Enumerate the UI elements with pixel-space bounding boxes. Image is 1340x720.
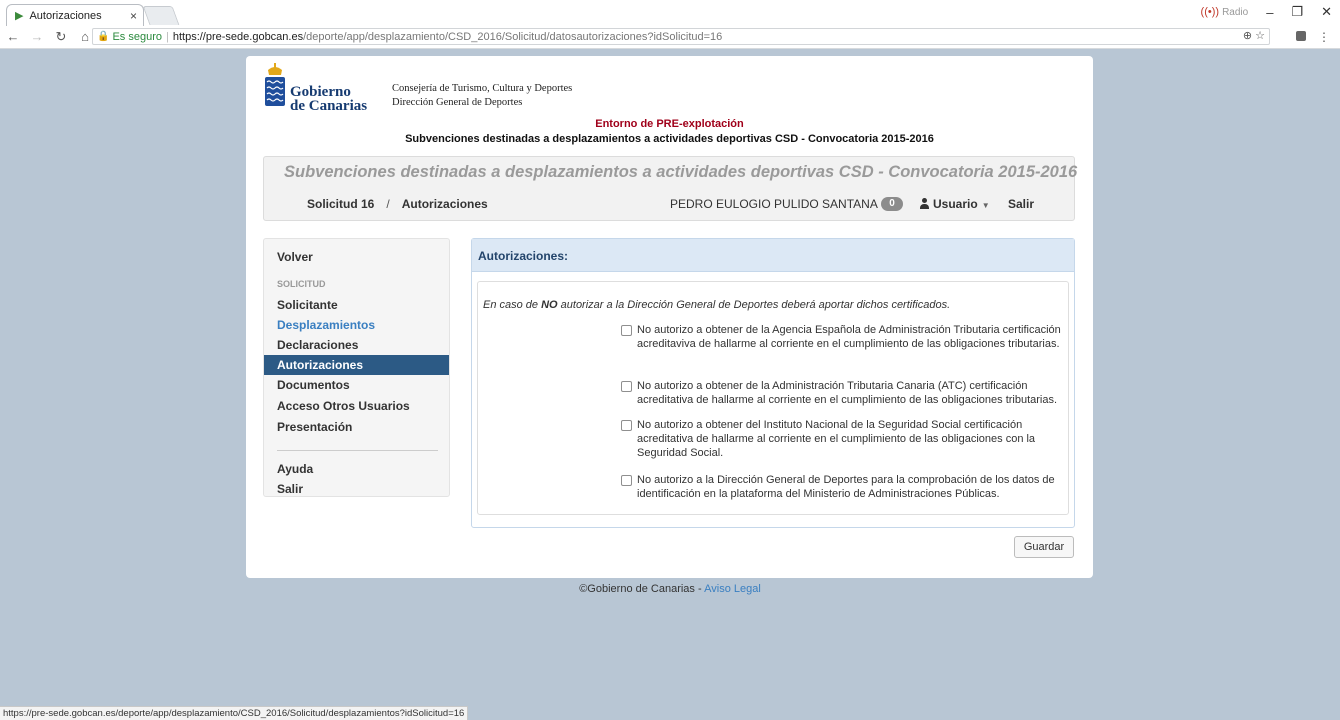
minimize-icon[interactable]: – [1266, 5, 1273, 20]
back-icon[interactable]: ← [6, 29, 20, 45]
checkbox-atc[interactable] [621, 381, 632, 392]
direccion-label: Dirección General de Deportes [392, 97, 523, 108]
toolbar-icons: ⋮ [1296, 30, 1330, 44]
checkbox-aeat[interactable] [621, 325, 632, 336]
sidebar-section-heading: SOLICITUD [277, 279, 326, 289]
sidebar-back[interactable]: Volver [264, 247, 449, 267]
footer-copyright: ©Gobierno de Canarias - [579, 583, 705, 595]
checkbox-seguridad-social[interactable] [621, 420, 632, 431]
lock-icon: 🔒 [97, 31, 110, 42]
checkbox-identificacion[interactable] [621, 475, 632, 486]
note-emphasis: NO [541, 299, 558, 311]
close-window-icon[interactable]: ✕ [1321, 4, 1332, 20]
crest-icon [265, 63, 285, 106]
app-title: Subvenciones destinadas a desplazamiento… [284, 163, 1078, 181]
option-label: No autorizo a obtener del Instituto Naci… [637, 419, 1036, 459]
status-bar-url: https://pre-sede.gobcan.es/deporte/app/d… [0, 706, 469, 720]
sidebar-item-solicitante[interactable]: Solicitante [264, 295, 449, 315]
url-path: /deporte/app/desplazamiento/CSD_2016/Sol… [303, 30, 723, 43]
home-icon[interactable]: ⌂ [78, 29, 92, 45]
address-toolbar: ← → ↻ ⌂ 🔒 Es seguro | https://pre-sede.g… [0, 26, 1340, 49]
page-subtitle: Subvenciones destinadas a desplazamiento… [405, 133, 934, 145]
breadcrumb-current: Autorizaciones [401, 197, 488, 211]
app-header: Subvenciones destinadas a desplazamiento… [263, 156, 1078, 221]
page-card: Gobierno de Canarias Consejería de Turis… [246, 56, 1093, 578]
sidebar-item-acceso-otros-usuarios[interactable]: Acceso Otros Usuarios [264, 396, 449, 416]
reload-icon[interactable]: ↻ [54, 29, 68, 45]
gobierno-logo[interactable]: Gobierno de Canarias [264, 62, 374, 114]
legal-link[interactable]: Aviso Legal [704, 583, 761, 595]
browser-tab[interactable]: ▶ Autorizaciones × [6, 4, 144, 26]
play-icon: ▶ [15, 10, 24, 22]
menu-icon[interactable]: ⋮ [1318, 30, 1330, 44]
user-menu-label: Usuario [933, 197, 978, 211]
save-button[interactable]: Guardar [1014, 536, 1074, 558]
user-name: PEDRO EULOGIO PULIDO SANTANA [670, 197, 878, 211]
new-tab-button[interactable] [142, 6, 180, 25]
panel-body: En caso de NO autorizar a la Dirección G… [477, 281, 1069, 515]
url-bar[interactable]: 🔒 Es seguro | https://pre-sede.gobcan.es… [92, 28, 1270, 45]
maximize-icon[interactable]: ❐ [1291, 4, 1303, 20]
logo-text-2: de Canarias [290, 98, 368, 114]
nav-buttons: ← → ↻ ⌂ [6, 29, 92, 45]
tab-title: Autorizaciones [29, 9, 102, 22]
sidebar-item-declaraciones[interactable]: Declaraciones [264, 335, 449, 355]
sidebar-item-presentacion[interactable]: Presentación [264, 417, 449, 437]
zoom-icon[interactable]: ⊕ ☆ [1243, 29, 1265, 42]
forward-icon[interactable]: → [30, 29, 44, 45]
window-controls: ((•)) Radio – ❐ ✕ [1201, 4, 1332, 20]
browser-tab-bar: ▶ Autorizaciones × ((•)) Radio – ❐ ✕ [0, 0, 1340, 27]
sidebar-item-salir[interactable]: Salir [264, 479, 449, 499]
breadcrumb: Solicitud 16 / Autorizaciones [307, 197, 488, 211]
consejeria-label: Consejería de Turismo, Cultura y Deporte… [392, 83, 573, 94]
user-icon [920, 198, 929, 209]
option-label: No autorizo a obtener de la Agencia Espa… [637, 324, 1061, 350]
environment-label: Entorno de PRE-explotación [595, 118, 744, 130]
extension-icon[interactable] [1296, 31, 1306, 41]
sidebar-item-documentos[interactable]: Documentos [264, 375, 449, 395]
logout-link[interactable]: Salir [1008, 197, 1034, 211]
user-menu[interactable]: Usuario ▼ [920, 197, 990, 211]
caret-down-icon: ▼ [981, 201, 990, 210]
department-info: Consejería de Turismo, Cultura y Deporte… [392, 82, 572, 110]
sidebar-divider [277, 450, 438, 451]
sidebar-item-desplazamientos[interactable]: Desplazamientos [264, 315, 449, 335]
sidebar: Volver SOLICITUD Solicitante Desplazamie… [263, 238, 450, 497]
url-host: https://pre-sede.gobcan.es [172, 30, 304, 43]
authorization-note: En caso de NO autorizar a la Dirección G… [483, 299, 951, 311]
breadcrumb-separator: / [386, 197, 390, 211]
url-separator: | [165, 30, 169, 43]
sidebar-item-ayuda[interactable]: Ayuda [264, 459, 449, 479]
breadcrumb-solicitud[interactable]: Solicitud 16 [307, 197, 374, 211]
radio-extension[interactable]: ((•)) Radio [1201, 6, 1249, 18]
notification-badge[interactable]: 0 [881, 197, 903, 211]
sidebar-item-autorizaciones[interactable]: Autorizaciones [264, 355, 449, 375]
close-tab-icon[interactable]: × [130, 9, 137, 23]
panel-title: Autorizaciones: [472, 239, 1074, 272]
secure-label: Es seguro [112, 30, 162, 43]
option-label: No autorizo a la Dirección General de De… [637, 474, 1055, 500]
authorizations-panel: Autorizaciones: En caso de NO autorizar … [471, 238, 1075, 528]
option-label: No autorizo a obtener de la Administraci… [637, 380, 1058, 406]
footer: ©Gobierno de Canarias - Aviso Legal [0, 583, 1340, 595]
